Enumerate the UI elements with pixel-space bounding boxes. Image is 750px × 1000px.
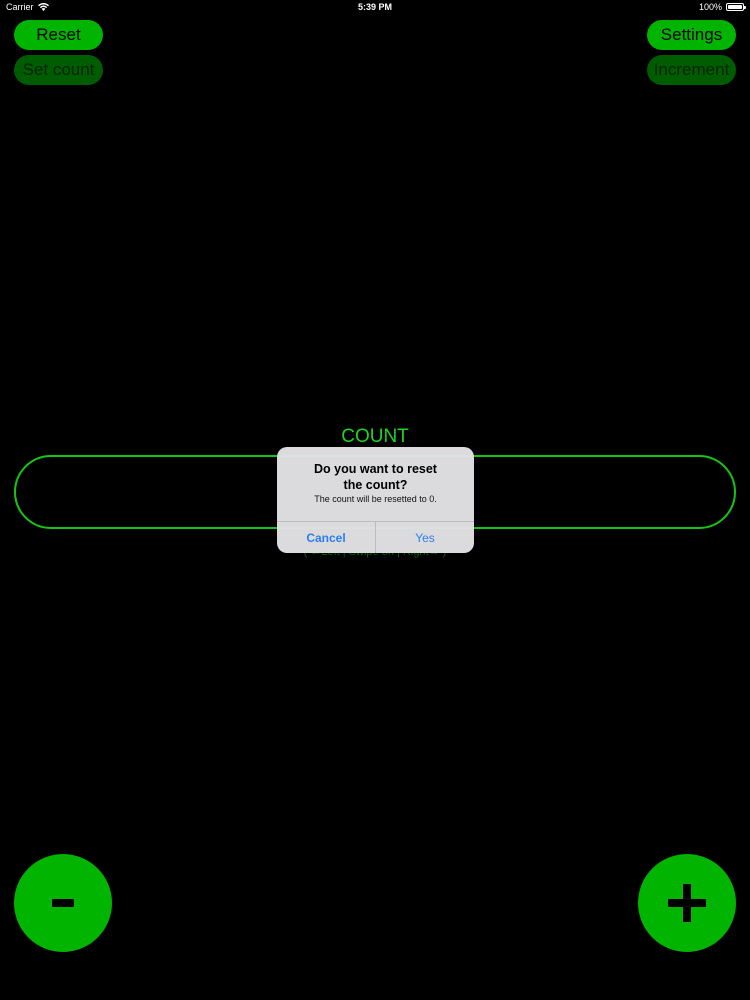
reset-button[interactable]: Reset [14,20,103,50]
reset-alert-dialog: Do you want to reset the count? The coun… [277,447,474,553]
alert-title-line2: the count? [343,478,408,492]
status-time: 5:39 PM [357,2,392,12]
alert-title-line1: Do you want to reset [314,462,437,476]
settings-button[interactable]: Settings [647,20,736,50]
battery-percent: 100% [698,2,722,12]
alert-cancel-button[interactable]: Cancel [277,522,375,553]
alert-title: Do you want to reset the count? [287,461,464,493]
set-count-button[interactable]: Set count [14,55,103,85]
decrement-button[interactable] [14,854,112,952]
increment-button[interactable] [638,854,736,952]
plus-icon [668,884,706,922]
count-label: COUNT [341,426,409,447]
battery-fill [728,5,742,9]
alert-message: The count will be resetted to 0. [314,494,437,504]
status-battery: 100% [698,2,746,12]
increment-setting-button[interactable]: Increment [647,55,736,85]
alert-yes-button[interactable]: Yes [375,522,474,553]
alert-actions: Cancel Yes [277,521,474,553]
status-bar: Carrier 5:39 PM 100% [0,0,750,16]
battery-icon [726,3,746,11]
minus-icon [52,899,74,907]
app-screen: Carrier 5:39 PM 100% Reset Set count Set… [0,0,750,1000]
